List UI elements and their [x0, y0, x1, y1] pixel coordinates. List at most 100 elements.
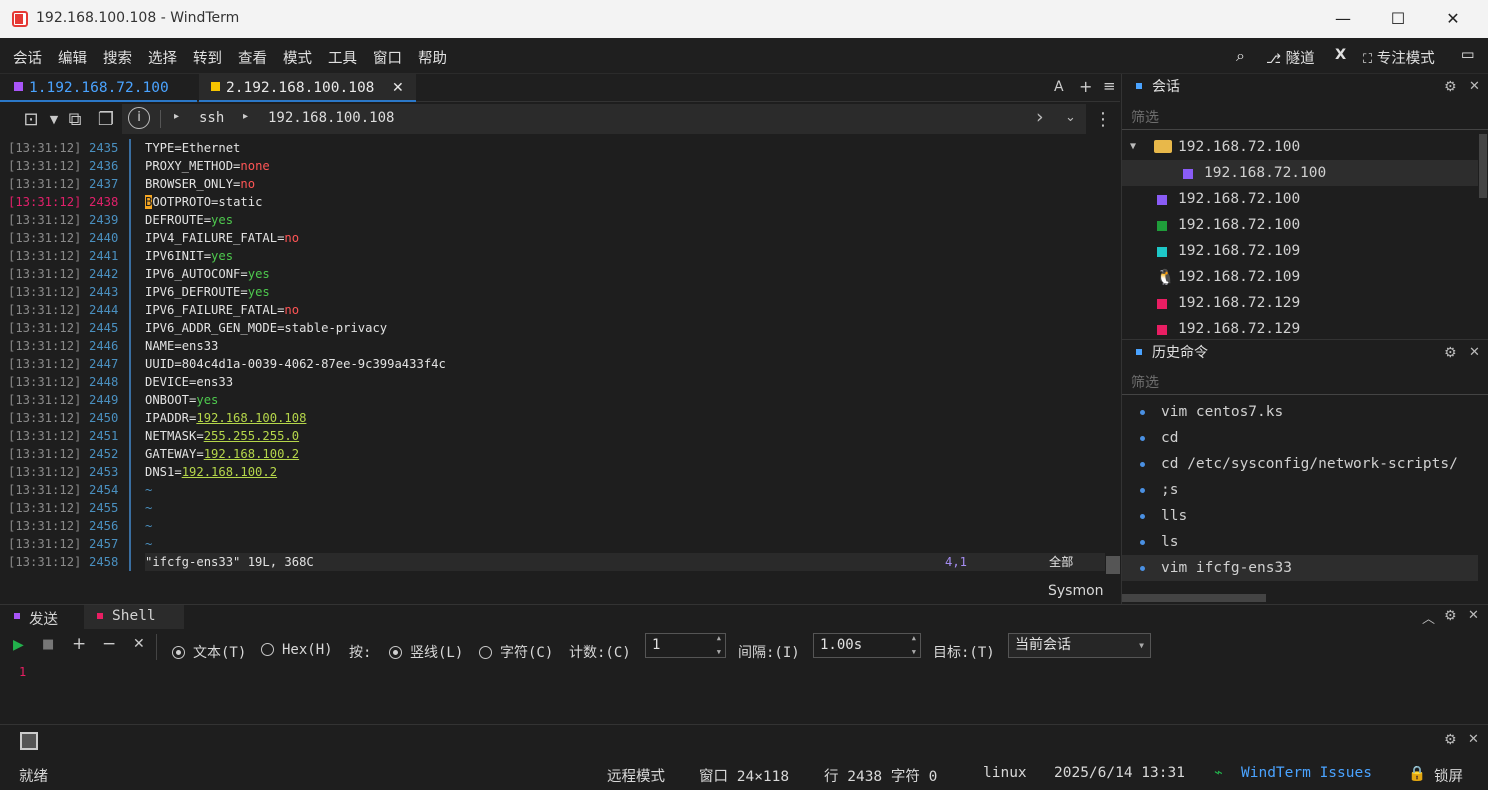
mode-hex-radio[interactable]: Hex(H) — [261, 642, 333, 658]
chevron-right-icon[interactable]: › — [1036, 106, 1044, 128]
history-item[interactable]: cd /etc/sysconfig/network-scripts/ — [1122, 451, 1478, 477]
gear-icon[interactable]: ⚙ — [1444, 340, 1457, 366]
remove-icon[interactable]: − — [102, 634, 116, 654]
by-char-radio[interactable]: 字符(C) — [479, 642, 553, 662]
menu-window[interactable]: 窗口 — [373, 47, 402, 68]
new-tab-button[interactable]: + — [1079, 77, 1092, 96]
chevron-down-icon[interactable]: ▼ — [43, 109, 65, 131]
square-icon — [1157, 325, 1167, 335]
menu-session[interactable]: 会话 — [13, 47, 42, 68]
host-label[interactable]: 192.168.100.108 — [268, 110, 394, 126]
focus-mode-button[interactable]: ⛶ 专注模式 — [1363, 47, 1435, 68]
session-item[interactable]: 192.168.72.100 — [1122, 212, 1478, 238]
by-label: 按: — [349, 645, 372, 661]
lock-screen-label[interactable]: 锁屏 — [1434, 765, 1463, 786]
history-item[interactable]: vim ifcfg-ens33 — [1122, 555, 1478, 581]
add-icon[interactable]: + — [72, 634, 86, 654]
close-icon[interactable]: ✕ — [1468, 608, 1479, 623]
lock-icon[interactable]: 🔒 — [1408, 765, 1426, 782]
duplicate-session-icon[interactable]: ⧉ — [64, 109, 86, 131]
issues-link[interactable]: WindTerm Issues — [1241, 765, 1372, 781]
tab-menu-button[interactable]: ≡ — [1103, 77, 1116, 95]
line-number: 2449 — [89, 393, 119, 407]
stop-icon[interactable]: ■ — [42, 637, 54, 652]
maximize-button[interactable]: ☐ — [1375, 0, 1421, 38]
clear-icon[interactable]: ✕ — [133, 636, 145, 652]
session-item[interactable]: 192.168.72.100 — [1122, 186, 1478, 212]
line-number: 2436 — [89, 159, 119, 173]
info-icon[interactable]: i — [128, 107, 150, 129]
close-icon[interactable]: ✕ — [1468, 732, 1479, 747]
session-item[interactable]: 192.168.72.129 — [1122, 316, 1478, 338]
menu-edit[interactable]: 编辑 — [58, 47, 87, 68]
more-vertical-icon[interactable]: ⋮ — [1092, 109, 1114, 131]
line-text: BOOTPROTO=static — [145, 195, 263, 209]
send-editor[interactable]: 1 — [0, 661, 1488, 723]
session-item[interactable]: 🐧 192.168.72.109 — [1122, 264, 1478, 290]
target-select[interactable]: 当前会话 ▼ — [1008, 633, 1151, 658]
status-os[interactable]: linux — [983, 765, 1027, 781]
terminal-view[interactable]: [13:31:12] 2435 TYPE=Ethernet [13:31:12] 243… — [0, 138, 1120, 604]
new-session-icon[interactable]: ⊡ — [20, 109, 42, 131]
status-datetime[interactable]: 2025/6/14 13:31 — [1054, 765, 1185, 781]
protocol-label[interactable]: ssh — [199, 110, 224, 126]
history-item[interactable]: ;s — [1122, 477, 1478, 503]
count-stepper[interactable]: 1 ▲ ▼ — [645, 633, 726, 658]
by-line-radio[interactable]: 竖线(L) — [389, 642, 463, 662]
history-hscrollbar-thumb[interactable] — [1122, 594, 1266, 602]
mode-text-radio[interactable]: 文本(T) — [172, 642, 246, 662]
session-item[interactable]: ▼ 192.168.72.100 — [1122, 134, 1478, 160]
close-icon[interactable]: ✕ — [1469, 74, 1480, 100]
history-item[interactable]: cd — [1122, 425, 1478, 451]
chevron-down-icon[interactable]: ▼ — [1130, 134, 1136, 160]
panel-toggle-icon[interactable] — [20, 732, 38, 750]
address-bar[interactable]: i ▸ ssh ▸ 192.168.100.108 › ⌄ — [122, 104, 1086, 134]
sysmon-label[interactable]: Sysmon — [1048, 583, 1104, 599]
tab-shell[interactable]: Shell — [84, 605, 184, 629]
close-tab-icon[interactable]: ✕ — [392, 74, 404, 102]
menu-goto[interactable]: 转到 — [193, 47, 222, 68]
x-button[interactable]: X — [1335, 47, 1346, 63]
status-mode[interactable]: 远程模式 — [607, 765, 665, 786]
terminal-scrollbar-thumb[interactable] — [1106, 556, 1120, 574]
menu-select[interactable]: 选择 — [148, 47, 177, 68]
tab-send[interactable]: 发送 — [0, 605, 84, 629]
history-item[interactable]: vim centos7.ks — [1122, 399, 1478, 425]
history-item[interactable]: lls — [1122, 503, 1478, 529]
menu-tools[interactable]: 工具 — [328, 47, 357, 68]
layout-icon[interactable]: ▭ — [1461, 47, 1475, 63]
sessions-filter-input[interactable]: 筛选 — [1131, 107, 1159, 127]
close-icon[interactable]: ✕ — [1469, 340, 1480, 366]
session-item[interactable]: 192.168.72.100 — [1122, 160, 1478, 186]
tab-session-2[interactable]: 2.192.168.100.108 ✕ — [199, 74, 416, 102]
gear-icon[interactable]: ⚙ — [1444, 608, 1457, 624]
play-icon[interactable]: ▶ — [13, 637, 24, 653]
minimize-button[interactable]: — — [1320, 0, 1366, 38]
menu-search[interactable]: 搜索 — [103, 47, 132, 68]
status-cursor[interactable]: 行 2438 字符 0 — [824, 765, 937, 786]
menu-view[interactable]: 查看 — [238, 47, 267, 68]
history-item[interactable]: ls — [1122, 529, 1478, 555]
tunnel-button[interactable]: ⎇ 隧道 — [1266, 47, 1315, 68]
cursor: B — [145, 195, 153, 209]
history-filter-input[interactable]: 筛选 — [1131, 372, 1159, 392]
chevron-up-icon[interactable]: ︿ — [1422, 608, 1435, 627]
copy-session-icon[interactable]: ❐ — [95, 109, 117, 131]
session-item[interactable]: 192.168.72.129 — [1122, 290, 1478, 316]
interval-stepper[interactable]: 1.00s ▲ ▼ — [813, 633, 921, 658]
radio-label: Hex(H) — [282, 642, 333, 658]
search-icon[interactable]: ⌕ — [1236, 46, 1245, 66]
menu-help[interactable]: 帮助 — [418, 47, 447, 68]
stepper-arrows-icon[interactable]: ▲ ▼ — [717, 631, 721, 659]
chevron-down-icon[interactable]: ⌄ — [1065, 110, 1076, 125]
menu-mode[interactable]: 模式 — [283, 47, 312, 68]
tab-session-1[interactable]: 1.192.168.72.100 — [0, 74, 197, 102]
status-window-size[interactable]: 窗口 24×118 — [699, 765, 789, 786]
stepper-arrows-icon[interactable]: ▲ ▼ — [912, 631, 916, 659]
session-item[interactable]: 192.168.72.109 — [1122, 238, 1478, 264]
sessions-scrollbar-thumb[interactable] — [1479, 134, 1487, 198]
gear-icon[interactable]: ⚙ — [1444, 732, 1457, 748]
font-button[interactable]: A — [1054, 79, 1064, 95]
close-window-button[interactable]: ✕ — [1430, 0, 1476, 38]
gear-icon[interactable]: ⚙ — [1444, 74, 1457, 100]
